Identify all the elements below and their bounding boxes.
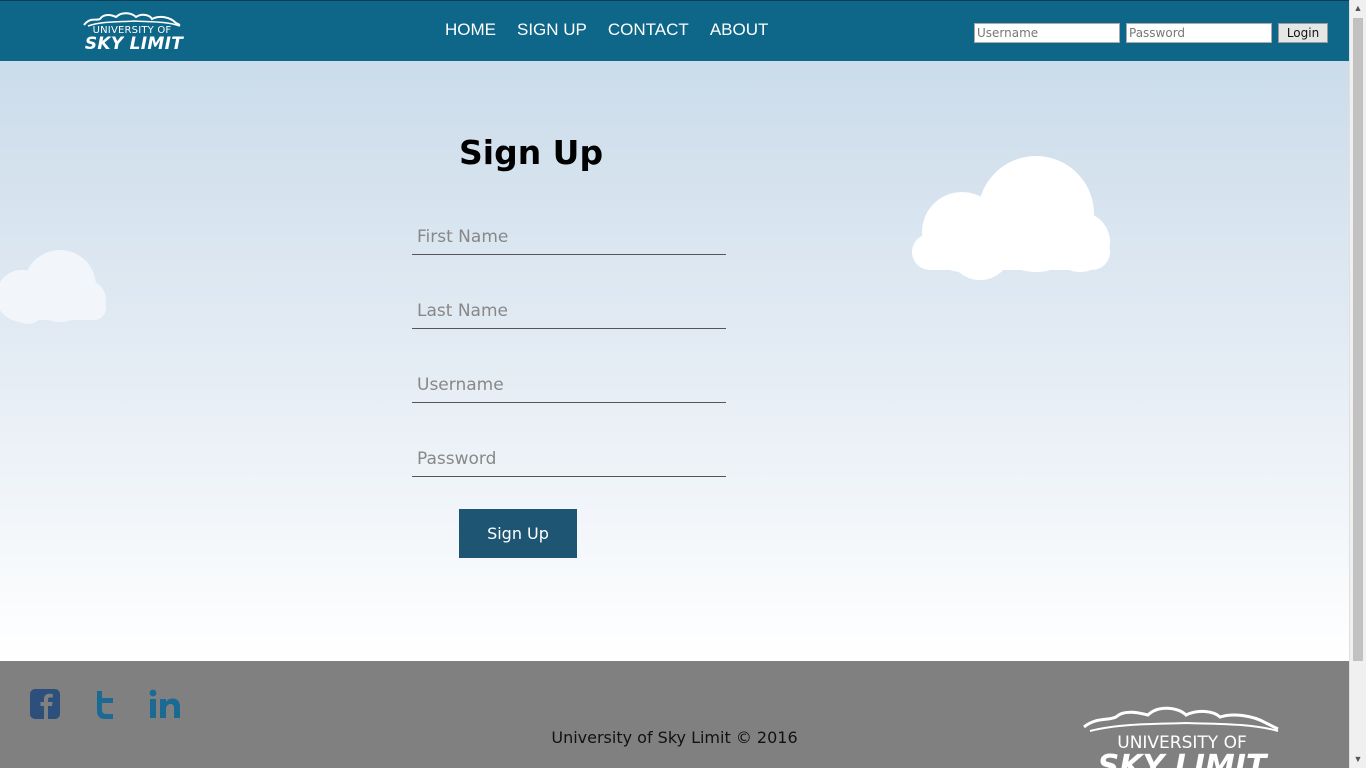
nav-home[interactable]: HOME <box>445 20 496 40</box>
footer-logo-bottom-text: SKY LIMIT <box>1097 749 1267 768</box>
username-field[interactable] <box>412 367 726 403</box>
linkedin-icon[interactable] <box>149 688 181 720</box>
nav-about[interactable]: ABOUT <box>710 20 769 40</box>
header-username-input[interactable] <box>974 23 1120 43</box>
sign-up-button[interactable]: Sign Up <box>459 509 577 558</box>
scrollbar-thumb[interactable] <box>1353 18 1363 661</box>
facebook-icon[interactable] <box>29 688 61 720</box>
cloud-left-decoration <box>0 250 106 324</box>
scroll-down-arrow-icon[interactable]: ▼ <box>1350 751 1366 768</box>
signup-section: Sign Up Sign Up <box>0 61 1349 661</box>
vertical-scrollbar[interactable]: ▲ ▼ <box>1349 0 1366 768</box>
nav-contact[interactable]: CONTACT <box>608 20 689 40</box>
logo-bottom-text: SKY LIMIT <box>84 34 184 54</box>
header-login: Login <box>974 23 1328 43</box>
nav-sign-up[interactable]: SIGN UP <box>517 20 587 40</box>
cloud-right-decoration <box>912 156 1110 280</box>
first-name-field[interactable] <box>412 219 726 255</box>
last-name-field[interactable] <box>412 293 726 329</box>
login-button[interactable]: Login <box>1278 23 1328 43</box>
site-footer: University of Sky Limit © 2016 UNIVERSIT… <box>0 661 1349 768</box>
twitter-icon[interactable] <box>89 688 121 720</box>
footer-mountain-cloud-icon <box>1083 706 1279 732</box>
university-logo[interactable]: UNIVERSITY OF SKY LIMIT <box>82 9 186 55</box>
footer-logo: UNIVERSITY OF SKY LIMIT <box>1082 705 1282 768</box>
site-header: UNIVERSITY OF SKY LIMIT HOME SIGN UP CON… <box>0 0 1349 61</box>
signup-title: Sign Up <box>459 133 604 172</box>
scroll-up-arrow-icon[interactable]: ▲ <box>1350 0 1366 17</box>
main-nav: HOME SIGN UP CONTACT ABOUT <box>445 20 789 40</box>
header-password-input[interactable] <box>1126 23 1272 43</box>
password-field[interactable] <box>412 441 726 477</box>
